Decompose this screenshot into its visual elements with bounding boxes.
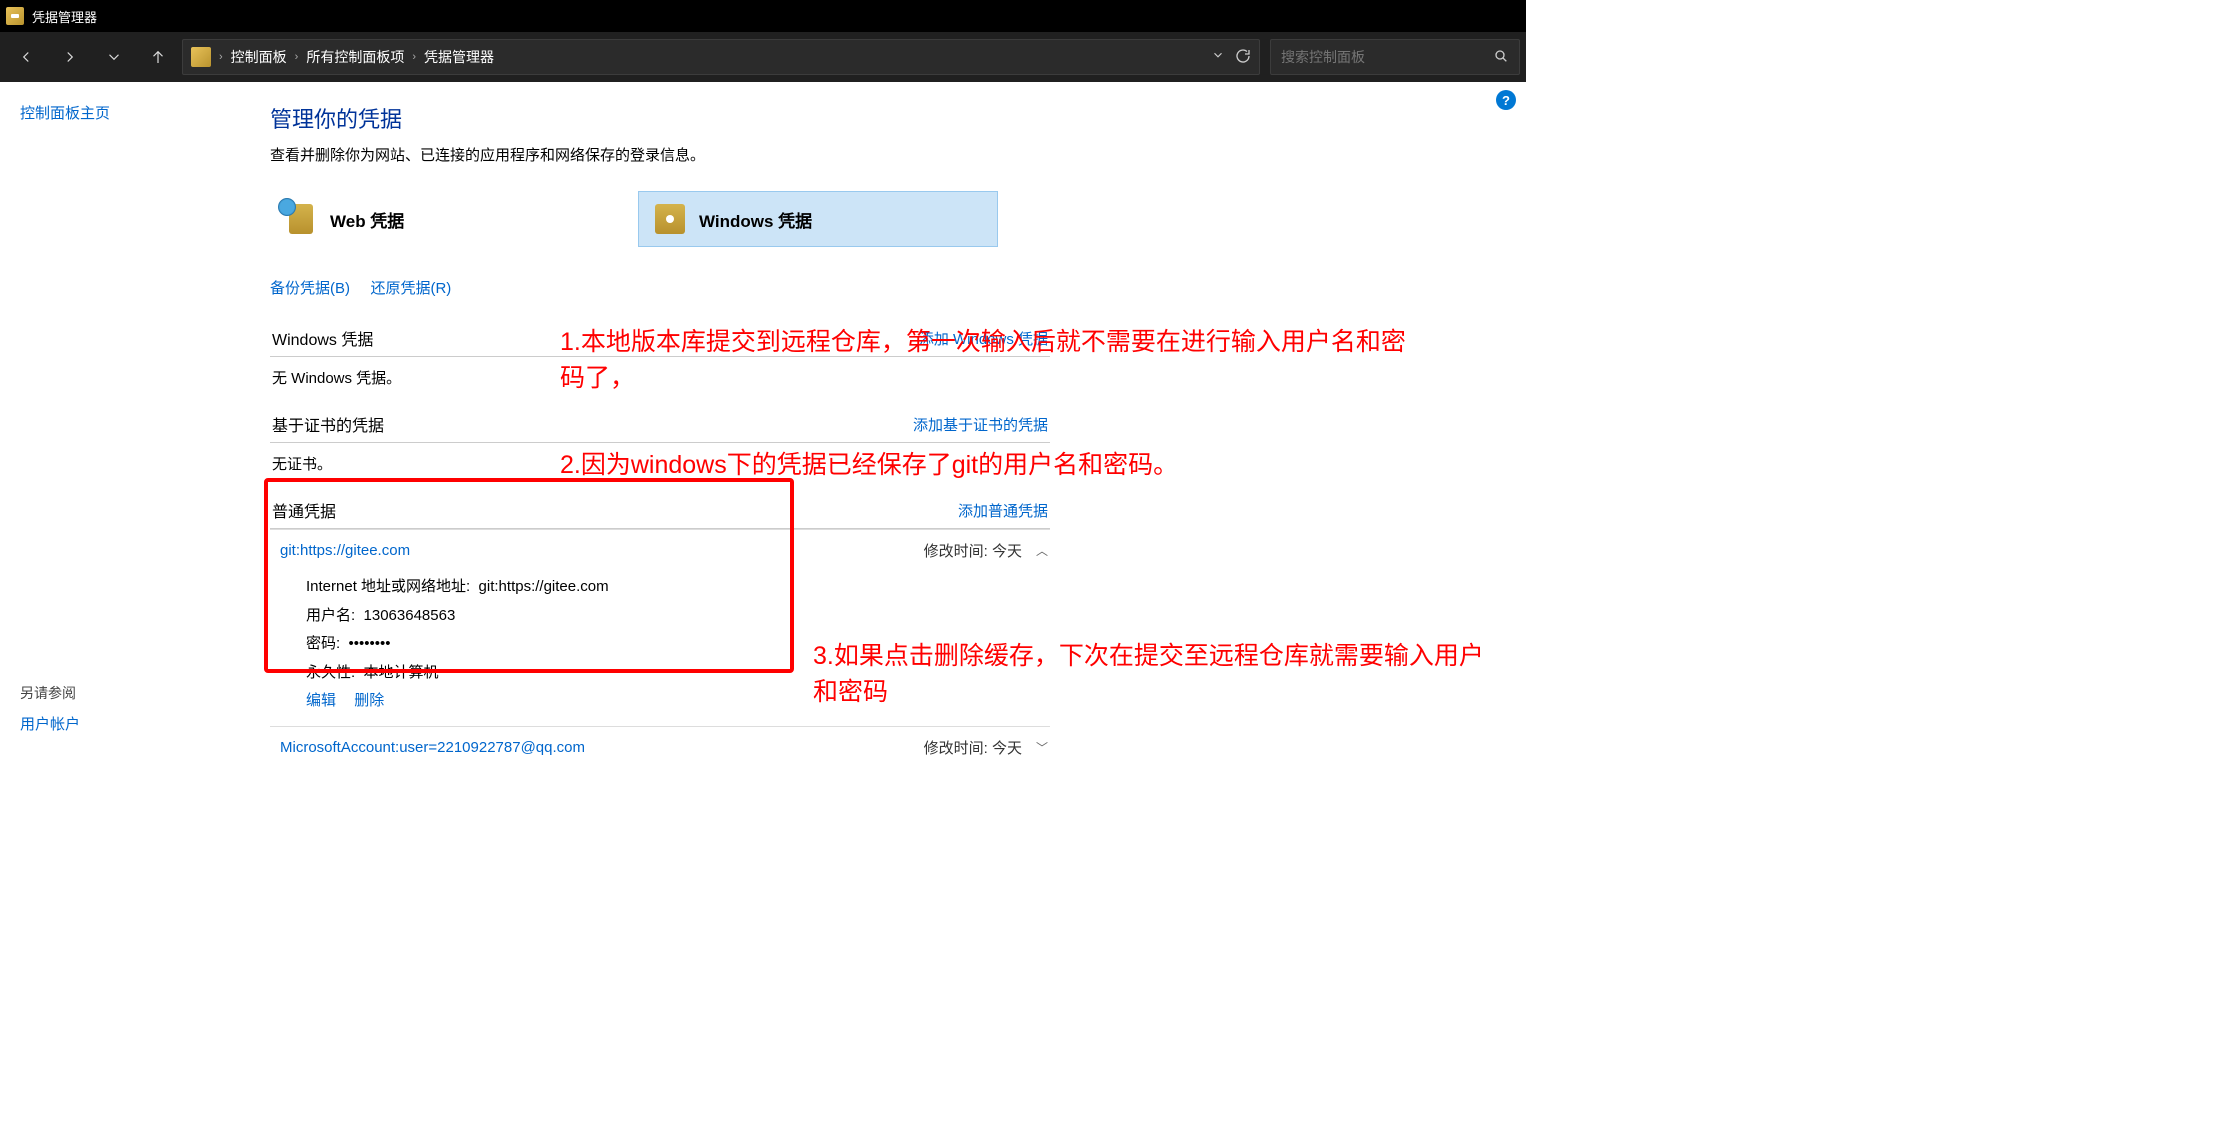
windows-credentials-icon bbox=[653, 202, 687, 236]
credential-entry-header[interactable]: git:https://gitee.com 修改时间: 今天 ︿ bbox=[270, 530, 1050, 569]
add-cert-credential-link[interactable]: 添加基于证书的凭据 bbox=[913, 414, 1048, 435]
section-cert-title: 基于证书的凭据 bbox=[272, 412, 384, 436]
chevron-right-icon: › bbox=[412, 51, 416, 63]
credential-name: git:https://gitee.com bbox=[280, 542, 410, 559]
refresh-button[interactable] bbox=[1235, 48, 1251, 67]
back-button[interactable] bbox=[6, 37, 46, 77]
up-button[interactable] bbox=[138, 37, 178, 77]
crumb-control-panel[interactable]: 控制面板 bbox=[231, 47, 287, 67]
page-subtext: 查看并删除你为网站、已连接的应用程序和网络保存的登录信息。 bbox=[270, 144, 1506, 165]
tab-web-label: Web 凭据 bbox=[330, 207, 404, 232]
detail-persist-label: 永久性: bbox=[306, 664, 355, 681]
see-also-header: 另请参阅 bbox=[20, 683, 270, 703]
maximize-button[interactable] bbox=[1434, 0, 1480, 32]
section-generic-title: 普通凭据 bbox=[272, 498, 336, 522]
modified-value: 今天 bbox=[992, 543, 1022, 560]
detail-pwd: •••••••• bbox=[349, 635, 391, 652]
tab-windows-credentials[interactable]: Windows 凭据 bbox=[638, 191, 998, 247]
section-windows-title: Windows 凭据 bbox=[272, 326, 373, 350]
recent-dropdown-button[interactable] bbox=[94, 37, 134, 77]
address-dropdown-icon[interactable] bbox=[1211, 48, 1225, 67]
tab-web-credentials[interactable]: Web 凭据 bbox=[270, 191, 630, 247]
detail-user: 13063648563 bbox=[364, 607, 456, 624]
modified-label: 修改时间: bbox=[924, 740, 988, 757]
backup-link[interactable]: 备份凭据(B) bbox=[270, 280, 350, 297]
forward-button[interactable] bbox=[50, 37, 90, 77]
tab-win-label: Windows 凭据 bbox=[699, 207, 812, 232]
chevron-up-icon: ︿ bbox=[1036, 542, 1048, 559]
control-panel-home-link[interactable]: 控制面板主页 bbox=[20, 102, 270, 123]
crumb-all-items[interactable]: 所有控制面板项 bbox=[306, 47, 404, 67]
app-icon bbox=[6, 7, 24, 25]
address-icon bbox=[191, 47, 211, 67]
detail-user-label: 用户名: bbox=[306, 607, 355, 624]
window-title: 凭据管理器 bbox=[32, 7, 97, 26]
close-button[interactable] bbox=[1480, 0, 1526, 32]
annotation-3: 3.如果点击删除缓存，下次在提交至远程仓库就需要输入用户和密码 bbox=[813, 638, 1493, 711]
search-input[interactable] bbox=[1281, 49, 1493, 65]
web-credentials-icon bbox=[284, 202, 318, 236]
search-box[interactable] bbox=[1270, 39, 1520, 75]
title-bar: 凭据管理器 bbox=[0, 0, 1526, 32]
search-icon[interactable] bbox=[1493, 48, 1509, 67]
address-bar[interactable]: › 控制面板 › 所有控制面板项 › 凭据管理器 bbox=[182, 39, 1260, 75]
detail-pwd-label: 密码: bbox=[306, 635, 340, 652]
delete-credential-link[interactable]: 删除 bbox=[354, 692, 384, 709]
detail-addr-label: Internet 地址或网络地址: bbox=[306, 578, 470, 595]
annotation-2: 2.因为windows下的凭据已经保存了git的用户名和密码。 bbox=[560, 447, 1440, 483]
detail-addr: git:https://gitee.com bbox=[479, 578, 609, 595]
edit-credential-link[interactable]: 编辑 bbox=[306, 692, 336, 709]
modified-value: 今天 bbox=[992, 740, 1022, 757]
add-generic-credential-link[interactable]: 添加普通凭据 bbox=[958, 500, 1048, 521]
chevron-right-icon: › bbox=[295, 51, 299, 63]
minimize-button[interactable] bbox=[1388, 0, 1434, 32]
restore-link[interactable]: 还原凭据(R) bbox=[370, 280, 451, 297]
annotation-1: 1.本地版本库提交到远程仓库，第一次输入后就不需要在进行输入用户名和密码了， bbox=[560, 324, 1420, 397]
user-accounts-link[interactable]: 用户帐户 bbox=[20, 713, 270, 734]
credential-entry-header[interactable]: MicrosoftAccount:user=2210922787@qq.com … bbox=[270, 727, 1050, 766]
credential-name: MicrosoftAccount:user=2210922787@qq.com bbox=[280, 739, 585, 756]
chevron-down-icon: ﹀ bbox=[1036, 739, 1048, 756]
chevron-right-icon: › bbox=[219, 51, 223, 63]
detail-persist: 本地计算机 bbox=[364, 664, 439, 681]
crumb-credential-manager[interactable]: 凭据管理器 bbox=[424, 47, 494, 67]
page-heading: 管理你的凭据 bbox=[270, 102, 1506, 134]
modified-label: 修改时间: bbox=[924, 543, 988, 560]
nav-toolbar: › 控制面板 › 所有控制面板项 › 凭据管理器 bbox=[0, 32, 1526, 82]
